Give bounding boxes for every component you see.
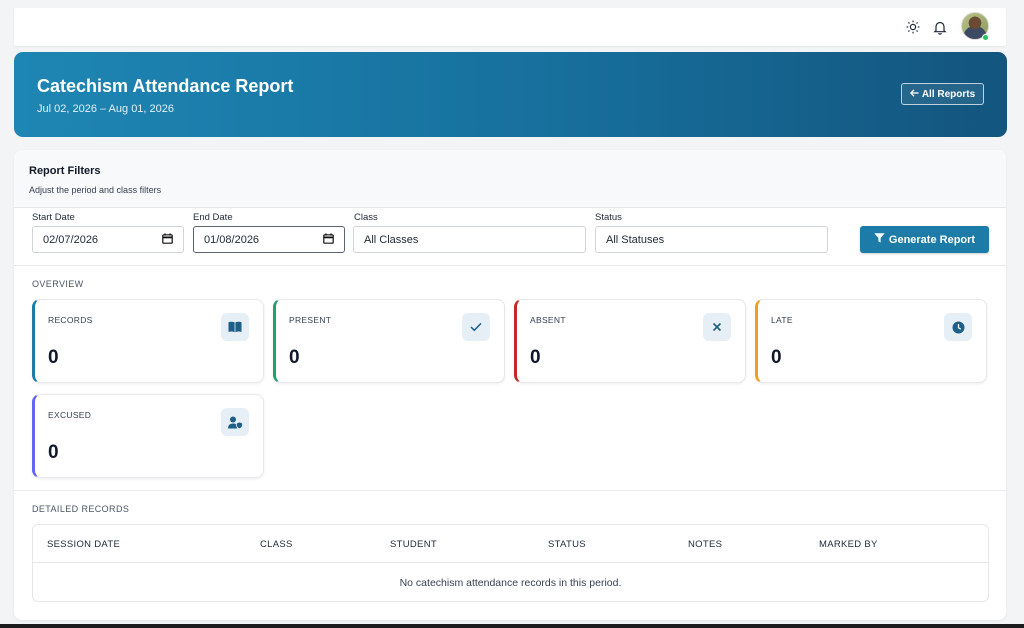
report-card: Report Filters Adjust the period and cla… bbox=[14, 150, 1006, 620]
overview-label: OVERVIEW bbox=[32, 279, 84, 289]
end-date-value: 01/08/2026 bbox=[204, 233, 260, 246]
online-status-dot bbox=[982, 34, 989, 41]
start-date-field[interactable]: 02/07/2026 bbox=[32, 226, 184, 253]
stat-card-excused: EXCUSED 0 bbox=[32, 394, 264, 478]
stat-value: 0 bbox=[289, 347, 300, 368]
divider bbox=[14, 265, 1006, 266]
generate-report-button[interactable]: Generate Report bbox=[860, 226, 989, 253]
all-reports-button[interactable]: All Reports bbox=[901, 83, 984, 105]
arrow-left-icon bbox=[909, 88, 919, 100]
start-date-value: 02/07/2026 bbox=[43, 233, 99, 246]
user-shield-icon bbox=[221, 408, 249, 436]
bell-icon[interactable] bbox=[930, 17, 950, 37]
close-icon bbox=[703, 313, 731, 341]
calendar-icon[interactable] bbox=[162, 232, 173, 247]
detailed-records-label: DETAILED RECORDS bbox=[32, 504, 130, 514]
divider bbox=[14, 490, 1006, 491]
stat-label: EXCUSED bbox=[48, 410, 92, 420]
stat-value: 0 bbox=[530, 347, 541, 368]
book-icon bbox=[221, 313, 249, 341]
class-select-value: All Classes bbox=[364, 233, 419, 246]
stat-label: PRESENT bbox=[289, 315, 332, 325]
generate-report-label: Generate Report bbox=[888, 233, 976, 246]
column-header[interactable]: NOTES bbox=[688, 539, 722, 550]
records-table: SESSION DATE CLASS STUDENT STATUS NOTES … bbox=[32, 524, 989, 602]
stat-card-late: LATE 0 bbox=[755, 299, 987, 383]
sun-icon[interactable] bbox=[903, 17, 923, 37]
stat-card-absent: ABSENT 0 bbox=[514, 299, 746, 383]
end-date-label: End Date bbox=[193, 212, 233, 223]
filters-heading: Report Filters bbox=[29, 165, 101, 177]
stat-value: 0 bbox=[771, 347, 782, 368]
column-header[interactable]: CLASS bbox=[260, 539, 293, 550]
column-header[interactable]: SESSION DATE bbox=[47, 539, 120, 550]
bottom-edge bbox=[0, 624, 1024, 628]
column-header[interactable]: STATUS bbox=[548, 539, 586, 550]
calendar-icon[interactable] bbox=[323, 232, 334, 247]
column-header[interactable]: STUDENT bbox=[390, 539, 437, 550]
status-label: Status bbox=[595, 212, 622, 223]
filters-header: Report Filters Adjust the period and cla… bbox=[14, 150, 1006, 208]
status-select[interactable]: All Statuses bbox=[595, 226, 828, 253]
clock-icon bbox=[944, 313, 972, 341]
top-bar bbox=[14, 8, 1006, 46]
status-select-value: All Statuses bbox=[606, 233, 665, 246]
table-header: SESSION DATE CLASS STUDENT STATUS NOTES … bbox=[33, 525, 988, 563]
stat-label: LATE bbox=[771, 315, 793, 325]
stat-value: 0 bbox=[48, 442, 59, 463]
page-title: Catechism Attendance Report bbox=[37, 76, 294, 96]
stat-label: ABSENT bbox=[530, 315, 566, 325]
stat-card-present: PRESENT 0 bbox=[273, 299, 505, 383]
filter-icon bbox=[874, 233, 885, 246]
class-label: Class bbox=[354, 212, 378, 223]
check-icon bbox=[462, 313, 490, 341]
stat-card-records: RECORDS 0 bbox=[32, 299, 264, 383]
all-reports-label: All Reports bbox=[921, 88, 976, 100]
stat-value: 0 bbox=[48, 347, 59, 368]
empty-state-message: No catechism attendance records in this … bbox=[399, 577, 622, 589]
class-select[interactable]: All Classes bbox=[353, 226, 586, 253]
start-date-label: Start Date bbox=[32, 212, 75, 223]
column-header[interactable]: MARKED BY bbox=[819, 539, 878, 550]
report-banner: Catechism Attendance Report Jul 02, 2026… bbox=[14, 52, 1007, 137]
stat-label: RECORDS bbox=[48, 315, 93, 325]
filters-subheading: Adjust the period and class filters bbox=[29, 185, 162, 195]
end-date-field[interactable]: 01/08/2026 bbox=[193, 226, 345, 253]
date-range: Jul 02, 2026 – Aug 01, 2026 bbox=[37, 103, 175, 115]
